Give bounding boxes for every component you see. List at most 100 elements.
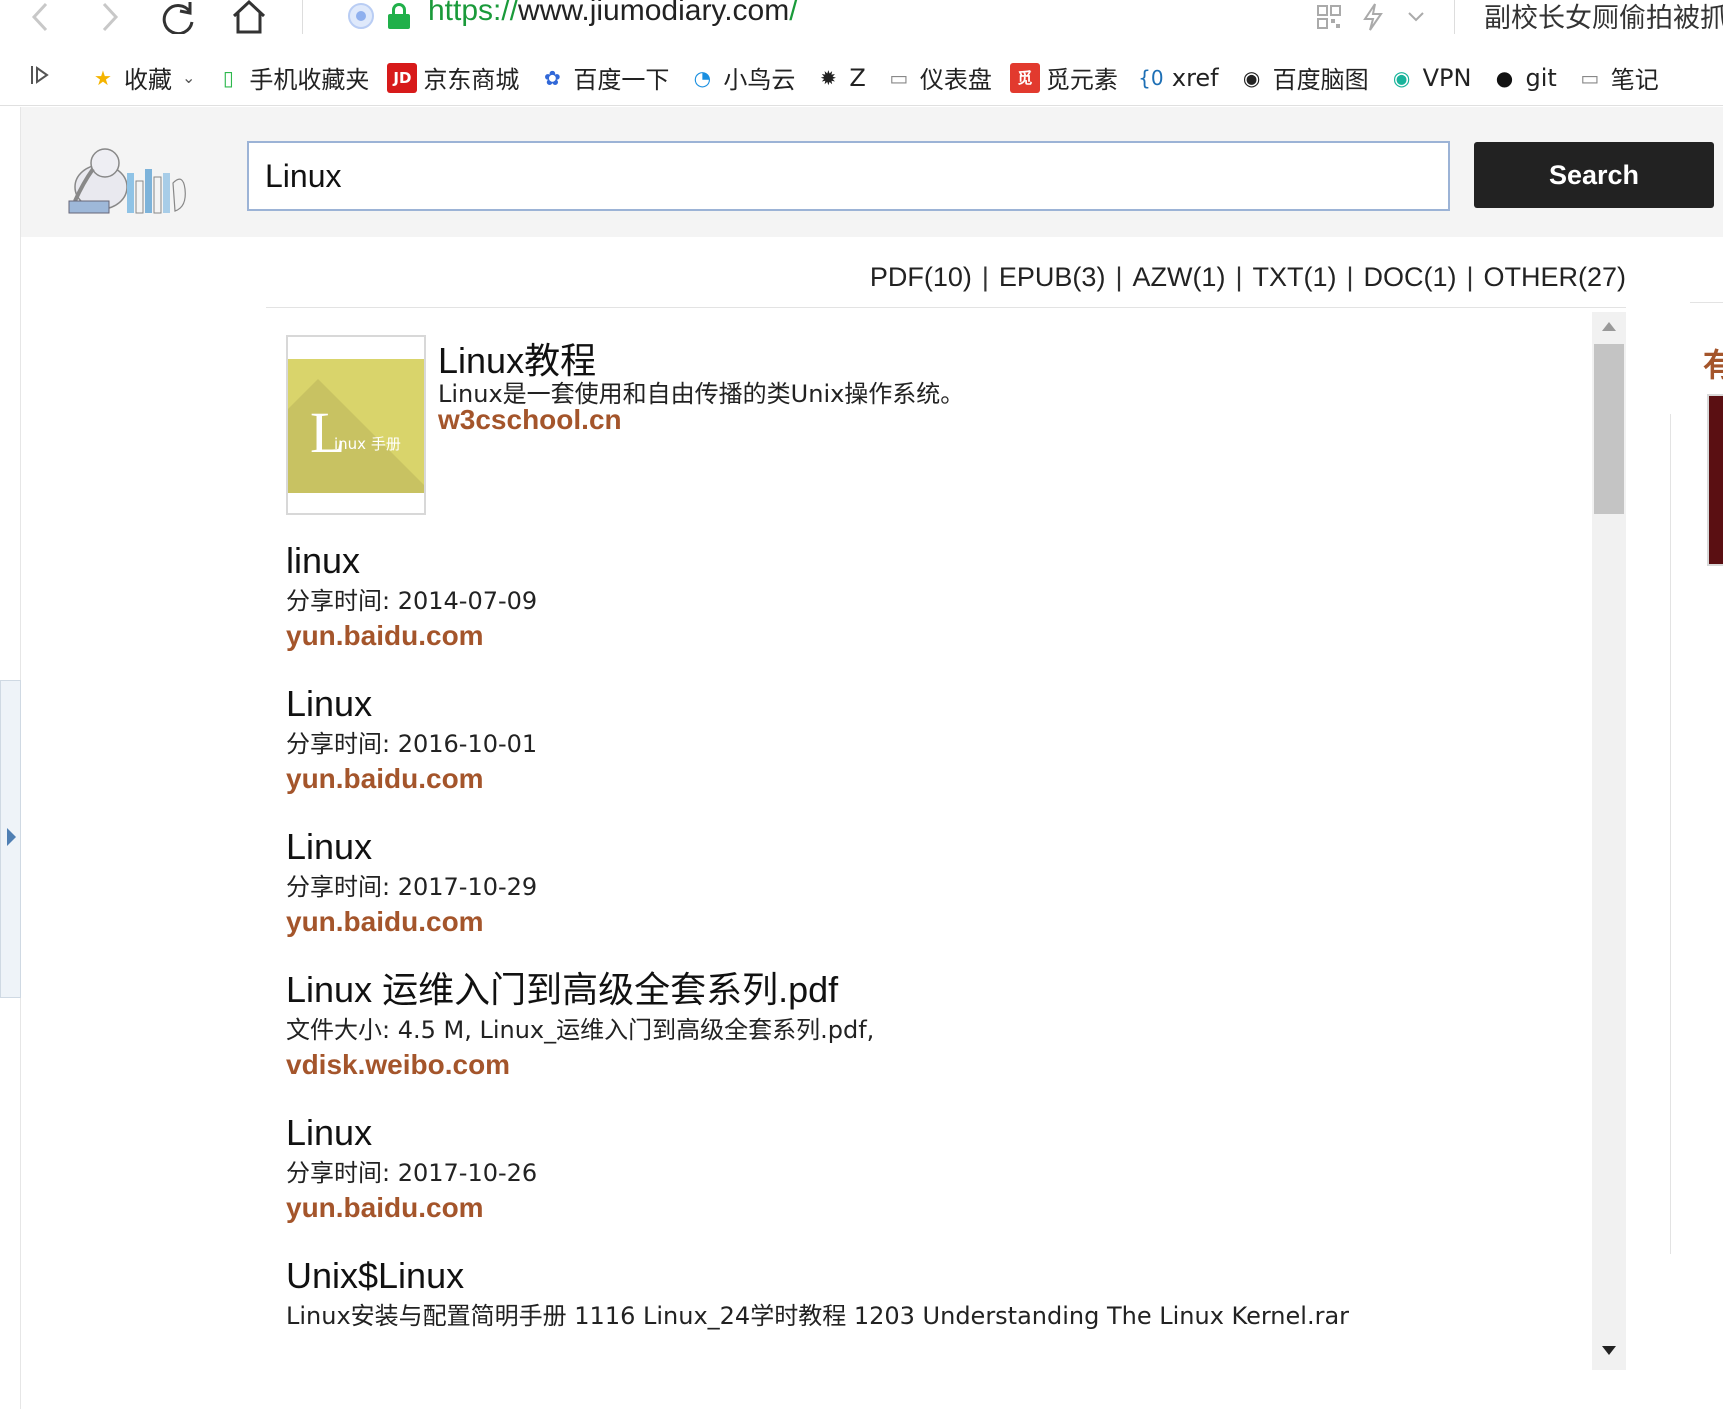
lightning-icon[interactable] [1362,0,1384,34]
bookmark-item[interactable]: ▯ 手机收藏夹 [213,58,370,98]
result-source-link[interactable]: yun.baidu.com [286,1190,484,1226]
result-meta: 分享时间: 2017-10-26 [286,1159,538,1187]
lock-icon[interactable] [388,3,410,29]
bookmark-item[interactable]: ▭ 笔记 [1575,58,1658,98]
result-item: Linux 运维入门到高级全套系列.pdf 文件大小: 4.5 M, Linux_… [266,961,1592,1104]
filter-separator: | [1346,262,1354,292]
cover-text: inux 手册 [334,435,401,453]
format-filter-link[interactable]: EPUB(3) [999,262,1106,292]
bookmark-item[interactable]: ★ 收藏 ⌄ [88,58,195,98]
url-field[interactable]: https://www.jiumodiary.com/ [428,0,798,28]
filters-divider [266,307,1626,308]
scroll-up-icon[interactable] [1602,322,1616,331]
reload-button[interactable] [158,0,200,34]
bookmark-label: Z [849,63,866,92]
back-button[interactable] [22,0,58,34]
brace-icon: {0 [1138,65,1164,90]
site-logo[interactable] [65,143,191,219]
bookmark-label: 觅元素 [1045,66,1118,94]
filter-separator: | [1235,262,1243,292]
bookmark-item[interactable]: ✿ 百度一下 [537,58,669,98]
arrow-right-icon [7,828,16,846]
result-item: Linux 分享时间: 2016-10-01 yun.baidu.com [266,675,1592,818]
bookmark-item[interactable]: ◔ 小鸟云 [687,58,796,98]
result-meta: Linux安装与配置简明手册 1116 Linux_24学时教程 1203 Un… [286,1302,1350,1330]
result-title[interactable]: Unix$Linux [286,1247,1592,1299]
site-header: Search [21,107,1723,237]
book-cover[interactable]: L inux 手册 [286,335,426,515]
result-title[interactable]: linux [286,532,1592,584]
bookmark-label: 手机收藏夹 [249,66,370,94]
vpn-icon: ◉ [1392,65,1411,90]
left-panel-handle[interactable] [0,680,21,998]
owl-icon: ◉ [1242,65,1261,90]
bookmark-item[interactable]: 觅觅元素 [1009,58,1118,98]
bookmark-item[interactable]: ◉ 百度脑图 [1237,58,1369,98]
forward-button[interactable] [92,0,128,34]
result-item: Unix$Linux Linux安装与配置简明手册 1116 Linux_24学时… [266,1247,1592,1370]
elephant-books-logo-icon [68,148,186,214]
home-button[interactable] [228,0,270,34]
featured-source-link[interactable]: w3cschool.cn [438,404,622,436]
bookmark-item[interactable]: ● git [1489,58,1557,98]
reload-icon [162,2,194,34]
result-title[interactable]: Linux [286,818,1592,870]
gear-icon: ✹ [820,65,837,90]
chevron-right-icon [102,2,119,32]
result-title[interactable]: Linux [286,1104,1592,1156]
bookmark-label: 百度脑图 [1272,66,1369,94]
result-meta: 文件大小: 4.5 M, Linux_运维入门到高级全套系列.pdf, [286,1016,875,1044]
scroll-down-icon[interactable] [1602,1346,1616,1355]
chevron-down-icon[interactable]: ⌄ [182,68,195,87]
page-icon: ▭ [889,65,909,90]
format-filter-link[interactable]: PDF(10) [870,262,972,292]
baidu-paw-icon: ✿ [544,65,561,90]
format-filter-link[interactable]: DOC(1) [1363,262,1456,292]
result-item: Linux 分享时间: 2017-10-29 yun.baidu.com [266,818,1592,961]
jd-icon: JD [387,62,418,93]
phone-icon: ▯ [222,65,234,90]
format-filter-link[interactable]: TXT(1) [1252,262,1336,292]
bookmark-item[interactable]: {0 xref [1136,58,1219,98]
format-filter-link[interactable]: OTHER(27) [1483,262,1626,292]
bookmark-item[interactable]: ▭ 仪表盘 [884,58,992,98]
result-source-link[interactable]: yun.baidu.com [286,761,484,797]
bookmark-label: 京东商城 [423,66,520,94]
url-scheme: https:// [428,0,519,27]
chevron-left-icon [31,2,48,32]
bookmark-label: 仪表盘 [919,66,992,94]
format-filter-link[interactable]: AZW(1) [1132,262,1225,292]
bookmarks-bar: ★ 收藏 ⌄ ▯ 手机收藏夹 JD 京东商城 ✿ 百度一下 ◔ 小鸟云 ✹ Z ▭ 仪表盘觅觅元素 {0 xre… [0,50,1723,106]
results-list: L inux 手册 Linux教程 Linux是一套使用和自由传播的类Unix操… [266,312,1592,1370]
result-source-link[interactable]: vdisk.weibo.com [286,1047,510,1083]
browser-address-bar: https://www.jiumodiary.com/ 副校长女厕偷拍被抓 [0,0,1723,50]
url-path: / [789,0,798,27]
scroll-thumb[interactable] [1594,344,1624,514]
bookmark-item[interactable]: JD 京东商城 [387,58,519,98]
sidebar-thumbnail[interactable] [1707,394,1723,566]
filter-separator: | [1115,262,1123,292]
toolbar-divider [302,0,303,34]
bookmark-label: 小鸟云 [723,66,796,94]
filter-separator: | [981,262,989,292]
search-button[interactable]: Search [1474,142,1714,208]
result-title[interactable]: Linux [286,675,1592,727]
featured-result: L inux 手册 Linux教程 Linux是一套使用和自由传播的类Unix操… [266,312,1592,532]
result-source-link[interactable]: yun.baidu.com [286,904,484,940]
search-input[interactable] [247,141,1450,211]
home-icon [232,0,266,34]
sidebar-toggle-button[interactable] [28,63,70,93]
format-filters: PDF(10) | EPUB(3) | AZW(1) | TXT(1) | DOC(1) | OTH… [870,262,1626,293]
qr-code-icon[interactable] [1316,0,1342,34]
result-title[interactable]: Linux 运维入门到高级全套系列.pdf [286,961,1592,1013]
site-info-icon[interactable] [348,3,374,29]
results-scrollbar[interactable] [1592,312,1626,1370]
result-meta: 分享时间: 2016-10-01 [286,730,538,758]
bookmark-item[interactable]: ✹ Z [813,58,866,98]
cover-image: L inux 手册 [288,359,424,493]
result-source-link[interactable]: yun.baidu.com [286,618,484,654]
result-meta: 分享时间: 2014-07-09 [286,587,538,615]
bookmark-item[interactable]: ◉ VPN [1387,58,1472,98]
news-ticker[interactable]: 副校长女厕偷拍被抓 [1484,0,1723,35]
chevron-down-icon[interactable] [1406,0,1426,34]
